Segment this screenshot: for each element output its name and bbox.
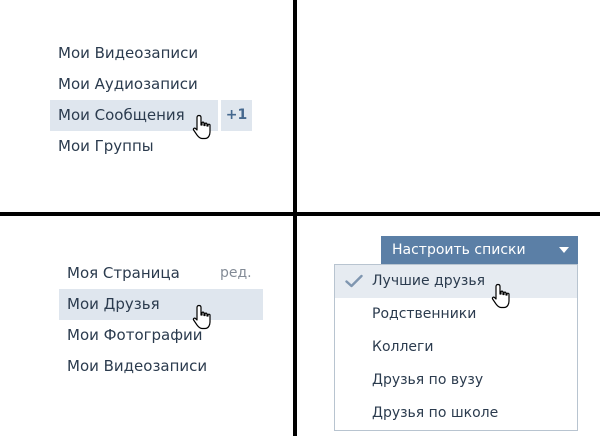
sidebar-menu-top: Мои Видеозаписи Мои Аудиозаписи Мои Сооб… bbox=[50, 38, 252, 168]
unread-count-badge[interactable]: +1 bbox=[221, 100, 252, 131]
dropdown-item-best-friends[interactable]: Лучшие друзья bbox=[335, 265, 577, 298]
dropdown-item-label: Коллеги bbox=[372, 339, 434, 355]
horizontal-divider bbox=[0, 212, 600, 216]
dropdown-item-label: Родственники bbox=[372, 306, 477, 322]
hand-pointer-icon bbox=[192, 304, 211, 330]
configure-lists-label: Настроить списки bbox=[392, 242, 526, 258]
sidebar-item-messages[interactable]: Мои Сообщения +1 bbox=[50, 100, 252, 131]
sidebar-item-audio[interactable]: Мои Аудиозаписи bbox=[50, 69, 252, 100]
sidebar-item-photos[interactable]: Мои Фотографии bbox=[59, 320, 263, 351]
sidebar-item-label: Мои Фотографии bbox=[67, 326, 203, 344]
sidebar-item-label: Мои Видеозаписи bbox=[67, 357, 208, 375]
checkmark-icon bbox=[345, 274, 363, 288]
dropdown-item-label: Друзья по школе bbox=[372, 405, 499, 421]
edit-link[interactable]: ред. bbox=[220, 258, 252, 289]
sidebar-item-my-page[interactable]: Моя Страница ред. bbox=[59, 258, 263, 289]
caret-down-icon bbox=[559, 247, 569, 253]
dropdown-item-school-friends[interactable]: Друзья по школе bbox=[335, 397, 577, 430]
sidebar-item-friends[interactable]: Мои Друзья bbox=[59, 289, 263, 320]
sidebar-item-label: Мои Сообщения bbox=[58, 106, 185, 124]
hand-pointer-icon bbox=[491, 283, 510, 309]
hand-pointer-icon bbox=[192, 114, 211, 140]
sidebar-item-label: Мои Видеозаписи bbox=[58, 44, 199, 62]
friend-lists-dropdown: Лучшие друзья Родственники Коллеги Друзь… bbox=[334, 264, 578, 431]
dropdown-item-label: Лучшие друзья bbox=[372, 273, 486, 289]
configure-lists-button[interactable]: Настроить списки bbox=[381, 236, 578, 264]
sidebar-menu-bottom: Моя Страница ред. Мои Друзья Мои Фотогра… bbox=[59, 258, 263, 388]
sidebar-item-label: Мои Группы bbox=[58, 137, 154, 155]
sidebar-item-label: Мои Аудиозаписи bbox=[58, 75, 198, 93]
dropdown-item-university-friends[interactable]: Друзья по вузу bbox=[335, 364, 577, 397]
sidebar-item-videos[interactable]: Мои Видеозаписи bbox=[50, 38, 252, 69]
dropdown-item-label: Друзья по вузу bbox=[372, 372, 484, 388]
sidebar-item-label: Моя Страница bbox=[67, 264, 180, 282]
sidebar-item-groups[interactable]: Мои Группы bbox=[50, 131, 252, 162]
vertical-divider bbox=[293, 0, 297, 436]
sidebar-item-videos[interactable]: Мои Видеозаписи bbox=[59, 351, 263, 382]
dropdown-item-relatives[interactable]: Родственники bbox=[335, 298, 577, 331]
dropdown-item-colleagues[interactable]: Коллеги bbox=[335, 331, 577, 364]
sidebar-item-label: Мои Друзья bbox=[67, 295, 160, 313]
